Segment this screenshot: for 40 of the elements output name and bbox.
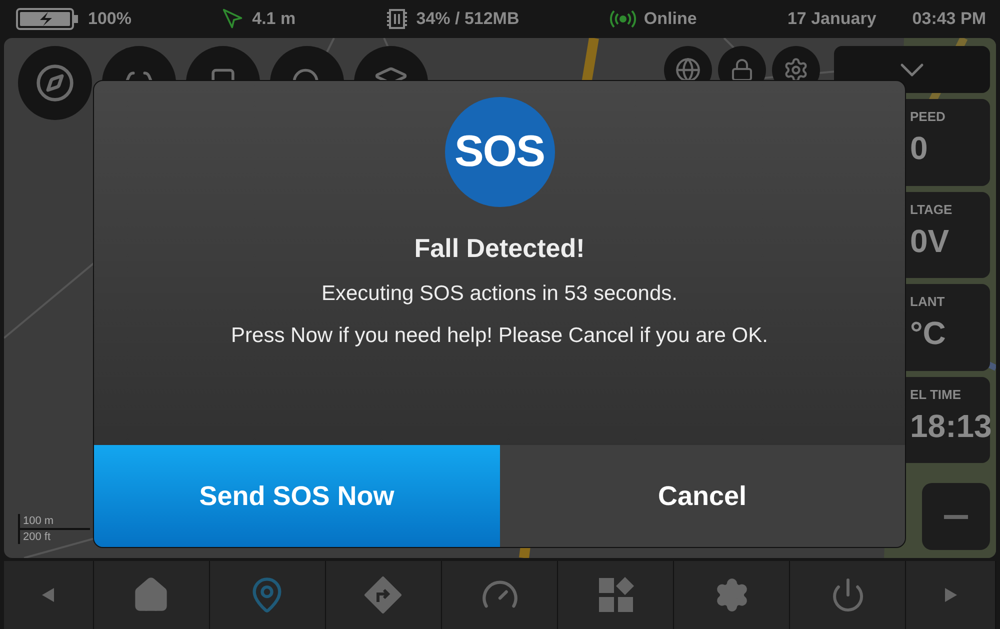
clock: 03:43 PM	[912, 9, 986, 29]
gauge-label: PEED	[910, 109, 946, 124]
gauge-value: °C	[910, 315, 947, 352]
route-sign-icon	[364, 576, 402, 614]
nav-button[interactable]	[94, 561, 210, 629]
network-status: Online	[644, 9, 697, 29]
dialog-title: Fall Detected!	[414, 233, 585, 264]
gauge-label: LTAGE	[910, 202, 954, 217]
date: 17 January	[787, 9, 876, 29]
nav-button[interactable]	[674, 561, 790, 629]
battery-icon	[16, 8, 80, 30]
gauge-value: 0V	[910, 222, 950, 260]
globe-icon	[675, 57, 701, 83]
gps-accuracy: 4.1 m	[252, 9, 296, 29]
lock-icon	[730, 58, 754, 82]
nav-button[interactable]	[210, 561, 326, 629]
compass-icon	[35, 63, 75, 103]
battery-level: 100%	[88, 9, 132, 29]
nav-button[interactable]	[442, 561, 558, 629]
cancel-button[interactable]: Cancel	[500, 445, 905, 547]
minus-icon	[944, 514, 968, 519]
nav-button[interactable]	[558, 561, 674, 629]
nav-button[interactable]	[790, 561, 906, 629]
gauge-label: LANT	[910, 294, 946, 310]
memory-chip-icon	[386, 8, 408, 30]
zoom-out-button[interactable]	[922, 483, 990, 550]
gauge-label: EL TIME	[910, 386, 962, 402]
widgets-icon	[596, 576, 635, 614]
nav-button[interactable]	[326, 561, 442, 629]
sos-badge: SOS	[444, 97, 554, 207]
dialog-message: Press Now if you need help! Please Cancel if you are OK.	[231, 324, 768, 348]
gauge-value: 18:13	[910, 408, 990, 445]
send-sos-button[interactable]: Send SOS Now	[94, 445, 500, 547]
memory-usage: 34% / 512MB	[416, 9, 520, 29]
right-arrow-icon	[944, 588, 957, 602]
location-arrow-icon	[222, 8, 244, 30]
gauge-value: 0	[910, 130, 929, 168]
dialog-message: Executing SOS actions in 53 seconds.	[321, 282, 678, 306]
signal-icon	[610, 9, 636, 29]
left-arrow-icon	[42, 588, 54, 602]
